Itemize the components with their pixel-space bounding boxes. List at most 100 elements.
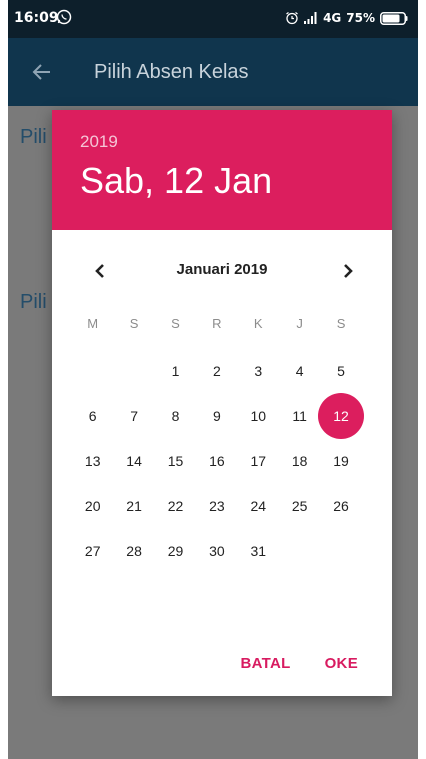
dialog-actions: BATAL OKE [240, 655, 358, 672]
calendar-day-number: 4 [295, 362, 304, 379]
weekday-label: S [129, 316, 139, 331]
calendar-day-number: 23 [209, 497, 225, 514]
weekday-header: M S S R K J S [72, 316, 378, 336]
app-bar: Pilih Absen Kelas [8, 38, 418, 106]
calendar-day[interactable]: 1 [155, 348, 196, 393]
calendar-day-number: 14 [126, 452, 142, 469]
signal-icon [304, 12, 317, 24]
calendar-day[interactable]: 9 [196, 393, 237, 438]
field-label: Pili [20, 291, 47, 313]
calendar-day[interactable]: 10 [238, 393, 279, 438]
weekday-label: M [87, 316, 99, 331]
calendar-day-number: 24 [250, 497, 267, 514]
battery-icon [380, 11, 408, 25]
calendar-day[interactable]: 24 [238, 483, 279, 528]
calendar-day-number: 19 [333, 452, 349, 469]
status-right: 4G 75% [285, 9, 408, 27]
calendar-day-number: 17 [250, 452, 267, 469]
network-type: 4G [323, 11, 342, 25]
calendar-day[interactable]: 28 [113, 528, 154, 573]
calendar-day[interactable]: 31 [238, 528, 279, 573]
calendar-empty-cell [320, 528, 361, 573]
calendar-empty-cell [72, 348, 113, 393]
calendar-day-number: 15 [167, 452, 184, 469]
calendar-day-number: 25 [291, 497, 308, 514]
calendar-day[interactable]: 2 [196, 348, 237, 393]
calendar-day[interactable]: 20 [72, 483, 113, 528]
calendar-day[interactable]: 15 [155, 438, 196, 483]
field-label: Pili [20, 126, 47, 148]
weekday-label: S [171, 316, 180, 331]
calendar-day[interactable]: 27 [72, 528, 113, 573]
calendar-week-row: 20 21 22 23 24 25 26 [72, 483, 378, 528]
chevron-right-icon[interactable] [336, 259, 360, 283]
calendar-day[interactable]: 4 [279, 348, 320, 393]
calendar-day-selected[interactable]: 12 [320, 393, 361, 438]
calendar-day-number: 27 [84, 542, 101, 559]
calendar-day[interactable]: 26 [320, 483, 361, 528]
back-arrow-icon[interactable] [30, 60, 54, 84]
calendar-day-number: 1 [171, 362, 180, 379]
calendar-day-number: 16 [209, 452, 225, 469]
calendar-week-row: 27 28 29 30 31 [72, 528, 378, 573]
weekday-label: R [212, 316, 222, 331]
weekday-label: K [253, 316, 263, 331]
calendar-grid: 1 2 3 4 5 6 7 8 9 10 11 12 13 14 15 16 17 18 19 20 21 22 23 24 2… [72, 348, 378, 573]
calendar-day[interactable]: 18 [279, 438, 320, 483]
calendar-day-number: 6 [88, 407, 97, 424]
calendar-day-number: 7 [130, 407, 138, 424]
status-time: 16:09 [14, 10, 59, 26]
calendar-day-number: 2 [212, 362, 221, 379]
calendar-day-number: 10 [250, 407, 267, 424]
calendar-empty-cell [113, 348, 154, 393]
date-picker-header: 2019 Sab, 12 Jan [52, 110, 392, 230]
weekday-label: J [296, 316, 303, 331]
calendar-day-number: 28 [126, 542, 142, 559]
calendar-day[interactable]: 23 [196, 483, 237, 528]
calendar-day-number: 18 [291, 452, 308, 469]
battery-percent: 75% [346, 11, 375, 25]
whatsapp-notification-icon [56, 9, 72, 25]
calendar-day[interactable]: 22 [155, 483, 196, 528]
calendar-day-number: 22 [167, 497, 184, 514]
calendar-day-number: 3 [254, 362, 263, 379]
alarm-icon [286, 12, 298, 25]
calendar-day-number: 21 [126, 497, 142, 514]
selected-date-label[interactable]: Sab, 12 Jan [80, 160, 272, 202]
calendar-day[interactable]: 8 [155, 393, 196, 438]
calendar-day[interactable]: 3 [238, 348, 279, 393]
calendar-week-row: 6 7 8 9 10 11 12 [72, 393, 378, 438]
weekday-label: S [336, 316, 346, 331]
calendar-day[interactable]: 5 [320, 348, 361, 393]
calendar-empty-cell [279, 528, 320, 573]
calendar-day[interactable]: 17 [238, 438, 279, 483]
cancel-button[interactable]: BATAL [240, 655, 290, 672]
year-label[interactable]: 2019 [80, 132, 118, 152]
calendar-day[interactable]: 14 [113, 438, 154, 483]
calendar-day[interactable]: 11 [279, 393, 320, 438]
calendar-day[interactable]: 21 [113, 483, 154, 528]
calendar-day[interactable]: 25 [279, 483, 320, 528]
calendar-day-number: 11 [292, 407, 307, 424]
calendar-day[interactable]: 7 [113, 393, 154, 438]
status-bar: 16:09 4G 75% [8, 0, 418, 38]
calendar-day[interactable]: 16 [196, 438, 237, 483]
calendar-day[interactable]: 29 [155, 528, 196, 573]
calendar-day[interactable]: 13 [72, 438, 113, 483]
calendar-day-number: 29 [167, 542, 184, 559]
calendar-day-number: 13 [84, 452, 101, 469]
calendar-day-number: 9 [212, 407, 221, 424]
calendar-day-number: 30 [209, 542, 225, 559]
calendar-day[interactable]: 19 [320, 438, 361, 483]
calendar-day-number: 5 [337, 362, 345, 379]
date-picker-dialog: 2019 Sab, 12 Jan Januari 2019 M S S R K … [52, 110, 392, 696]
ok-button[interactable]: OKE [325, 655, 358, 672]
calendar-day[interactable]: 30 [196, 528, 237, 573]
month-navigation: Januari 2019 [52, 256, 392, 286]
calendar-week-row: 1 2 3 4 5 [72, 348, 378, 393]
calendar-day-number: 26 [333, 497, 349, 514]
calendar-week-row: 13 14 15 16 17 18 19 [72, 438, 378, 483]
calendar-day[interactable]: 6 [72, 393, 113, 438]
calendar-day-number: 31 [250, 542, 267, 559]
screen: 16:09 4G 75% Pilih Absen Kelas Pili Pili… [8, 0, 418, 759]
